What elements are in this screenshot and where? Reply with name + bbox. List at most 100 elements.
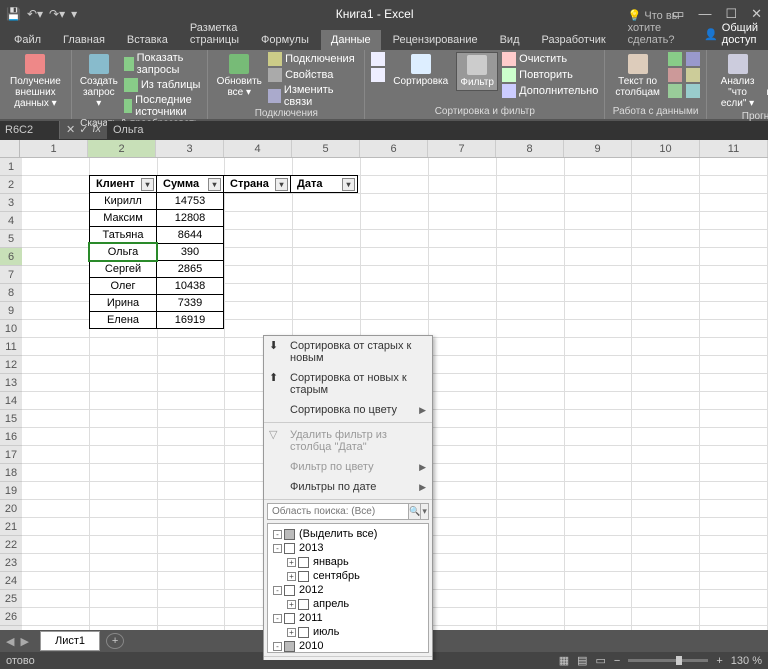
tab-file[interactable]: Файл: [4, 30, 51, 50]
tab-review[interactable]: Рецензирование: [383, 30, 488, 50]
tree-checkbox[interactable]: [298, 571, 309, 582]
tree-node[interactable]: -(Выделить все): [271, 527, 425, 541]
tree-checkbox[interactable]: [284, 613, 295, 624]
tree-node[interactable]: +сентябрь: [271, 569, 425, 583]
row-header[interactable]: 10: [0, 320, 22, 338]
table-cell[interactable]: 7339: [156, 294, 224, 312]
zoom-level[interactable]: 130 %: [731, 655, 762, 667]
tree-node[interactable]: +январь: [271, 555, 425, 569]
get-external-data-button[interactable]: Получение внешних данных ▾: [6, 52, 65, 111]
tree-node[interactable]: +апрель: [271, 597, 425, 611]
sort-by-color[interactable]: Сортировка по цвету▶: [264, 400, 432, 420]
connections-button[interactable]: Подключения: [268, 52, 358, 66]
relationships-button[interactable]: [686, 68, 700, 82]
row-header[interactable]: 14: [0, 392, 22, 410]
row-header[interactable]: 12: [0, 356, 22, 374]
sheet-nav-prev-icon[interactable]: ◀: [6, 635, 14, 648]
column-header[interactable]: 10: [632, 140, 700, 157]
sort-newest-oldest[interactable]: ⬆Сортировка от новых к старым: [264, 368, 432, 400]
tree-checkbox[interactable]: [284, 585, 295, 596]
manage-button[interactable]: [686, 84, 700, 98]
table-cell[interactable]: Максим: [89, 209, 157, 227]
tree-expand-icon[interactable]: +: [287, 628, 296, 637]
reapply-button[interactable]: Повторить: [502, 68, 598, 82]
remove-dup-button[interactable]: [668, 68, 682, 82]
show-queries-button[interactable]: Показать запросы: [124, 52, 202, 76]
table-cell[interactable]: 10438: [156, 277, 224, 295]
view-normal-icon[interactable]: ▦: [559, 654, 569, 667]
tree-expand-icon[interactable]: -: [273, 642, 282, 651]
tree-node[interactable]: -2010: [271, 639, 425, 653]
column-header[interactable]: 2: [88, 140, 156, 157]
row-header[interactable]: 24: [0, 572, 22, 590]
row-header[interactable]: 5: [0, 230, 22, 248]
new-query-button[interactable]: Создать запрос ▾: [78, 52, 120, 111]
row-header[interactable]: 4: [0, 212, 22, 230]
table-cell[interactable]: Ирина: [89, 294, 157, 312]
table-cell[interactable]: Сергей: [89, 260, 157, 278]
table-cell[interactable]: 12808: [156, 209, 224, 227]
tree-checkbox[interactable]: [284, 543, 295, 554]
row-header[interactable]: 26: [0, 608, 22, 626]
column-header[interactable]: 8: [496, 140, 564, 157]
formula-bar[interactable]: Ольга: [107, 121, 768, 139]
table-header[interactable]: Клиент▾: [89, 175, 157, 193]
zoom-slider[interactable]: [628, 659, 708, 662]
new-sheet-button[interactable]: +: [106, 633, 124, 649]
row-header[interactable]: 8: [0, 284, 22, 302]
tree-expand-icon[interactable]: -: [273, 586, 282, 595]
column-header[interactable]: 11: [700, 140, 768, 157]
filter-dropdown-icon[interactable]: ▾: [208, 178, 221, 191]
tree-checkbox[interactable]: [298, 557, 309, 568]
recent-sources-button[interactable]: Последние источники: [124, 94, 202, 118]
column-header[interactable]: 9: [564, 140, 632, 157]
column-header[interactable]: 6: [360, 140, 428, 157]
table-cell[interactable]: 2865: [156, 260, 224, 278]
tree-expand-icon[interactable]: +: [287, 600, 296, 609]
column-header[interactable]: 5: [292, 140, 360, 157]
tree-node[interactable]: -2012: [271, 583, 425, 597]
consolidate-button[interactable]: [686, 52, 700, 66]
view-pagebreak-icon[interactable]: ▭: [596, 654, 606, 667]
row-header[interactable]: 2: [0, 176, 22, 194]
zoom-in-icon[interactable]: +: [716, 655, 722, 667]
tree-expand-icon[interactable]: +: [287, 558, 296, 567]
filter-values-tree[interactable]: -(Выделить все)-2013+январь+сентябрь-201…: [267, 523, 429, 653]
search-dropdown-icon[interactable]: ▾: [421, 503, 429, 520]
name-box[interactable]: R6C2: [0, 121, 60, 139]
table-cell[interactable]: 14753: [156, 192, 224, 210]
row-header[interactable]: 20: [0, 500, 22, 518]
tree-node[interactable]: +июль: [271, 625, 425, 639]
tree-expand-icon[interactable]: +: [287, 572, 296, 581]
row-header[interactable]: 9: [0, 302, 22, 320]
filter-dropdown-icon[interactable]: ▾: [342, 178, 355, 191]
column-header[interactable]: 3: [156, 140, 224, 157]
share-button[interactable]: 👤Общий доступ: [694, 18, 768, 50]
table-cell[interactable]: 390: [156, 243, 224, 261]
row-header[interactable]: 16: [0, 428, 22, 446]
tab-view[interactable]: Вид: [490, 30, 530, 50]
row-header[interactable]: 3: [0, 194, 22, 212]
table-cell[interactable]: Елена: [89, 311, 157, 329]
table-cell[interactable]: 16919: [156, 311, 224, 329]
save-icon[interactable]: 💾: [6, 7, 21, 21]
sheet-nav-next-icon[interactable]: ▶: [20, 635, 28, 648]
row-header[interactable]: 23: [0, 554, 22, 572]
edit-links-button[interactable]: Изменить связи: [268, 84, 358, 108]
row-header[interactable]: 22: [0, 536, 22, 554]
flash-fill-button[interactable]: [668, 52, 682, 66]
tab-home[interactable]: Главная: [53, 30, 115, 50]
fx-icon[interactable]: fx: [92, 123, 101, 136]
tab-layout[interactable]: Разметка страницы: [180, 18, 249, 50]
row-header[interactable]: 17: [0, 446, 22, 464]
advanced-filter-button[interactable]: Дополнительно: [502, 84, 598, 98]
sort-button[interactable]: Сортировка: [389, 52, 452, 89]
table-cell[interactable]: Ольга: [89, 243, 157, 261]
properties-button[interactable]: Свойства: [268, 68, 358, 82]
tree-expand-icon[interactable]: -: [273, 544, 282, 553]
table-cell[interactable]: 8644: [156, 226, 224, 244]
tab-insert[interactable]: Вставка: [117, 30, 178, 50]
row-header[interactable]: 13: [0, 374, 22, 392]
tree-node[interactable]: -2013: [271, 541, 425, 555]
confirm-formula-icon[interactable]: ✓: [79, 123, 88, 136]
